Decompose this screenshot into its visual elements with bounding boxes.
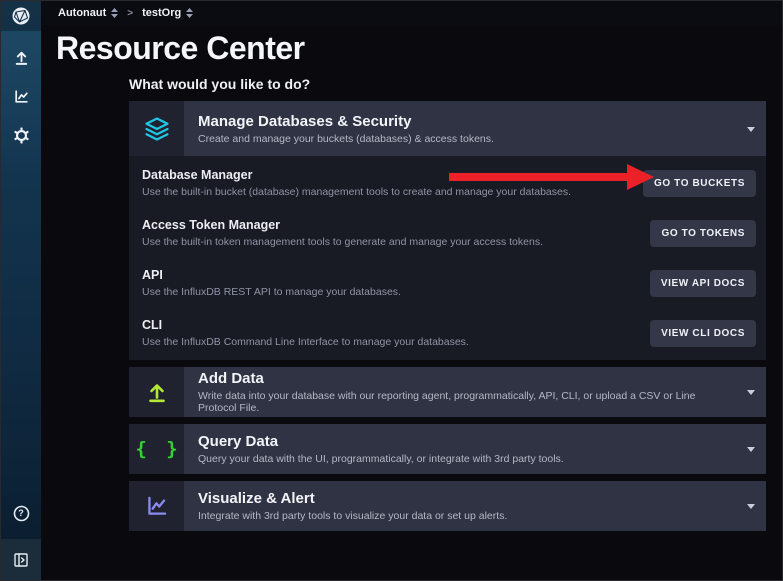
influxdb-logo-icon[interactable] — [1, 1, 41, 31]
nav-sidebar: ? — [1, 1, 41, 580]
row-access-token-manager: Access Token Manager Use the built-in to… — [129, 208, 766, 258]
braces-icon: { } — [129, 424, 184, 474]
row-description: Use the built-in token management tools … — [142, 236, 543, 248]
card-body-manage-databases: Database Manager Use the built-in bucket… — [129, 156, 766, 360]
card-description: Create and manage your buckets (database… — [198, 133, 736, 145]
card-manage-databases: Manage Databases & Security Create and m… — [129, 101, 766, 360]
card-title: Add Data — [198, 370, 736, 387]
card-title: Query Data — [198, 433, 736, 450]
settings-gear-icon[interactable] — [9, 123, 33, 147]
row-title: API — [142, 268, 401, 282]
breadcrumb-org-dropdown[interactable]: Autonaut — [58, 7, 118, 19]
docs-panel-icon[interactable] — [1, 539, 41, 580]
caret-updown-icon — [186, 8, 193, 18]
chevron-down-icon — [747, 390, 755, 395]
row-api: API Use the InfluxDB REST API to manage … — [129, 258, 766, 308]
row-title: Database Manager — [142, 168, 571, 182]
card-title: Manage Databases & Security — [198, 113, 736, 130]
card-header-add-data[interactable]: Add Data Write data into your database w… — [129, 367, 766, 417]
help-icon[interactable]: ? — [9, 501, 33, 525]
card-query-data: { } Query Data Query your data with the … — [129, 424, 766, 474]
page-prompt: What would you like to do? — [129, 76, 782, 92]
breadcrumb: Autonaut > testOrg — [41, 1, 782, 25]
view-cli-docs-button[interactable]: VIEW CLI DOCS — [650, 320, 756, 347]
caret-updown-icon — [111, 8, 118, 18]
chevron-down-icon — [747, 504, 755, 509]
row-description: Use the InfluxDB REST API to manage your… — [142, 286, 401, 298]
row-description: Use the built-in bucket (database) manag… — [142, 186, 571, 198]
card-header-query-data[interactable]: { } Query Data Query your data with the … — [129, 424, 766, 474]
row-description: Use the InfluxDB Command Line Interface … — [142, 336, 469, 348]
layers-icon — [129, 101, 184, 156]
breadcrumb-org-label: Autonaut — [58, 7, 106, 19]
main-content: Autonaut > testOrg Resource Center What … — [41, 1, 782, 580]
help-question-glyph: ? — [18, 508, 24, 518]
go-to-buckets-button[interactable]: GO TO BUCKETS — [643, 170, 756, 197]
row-title: Access Token Manager — [142, 218, 543, 232]
row-title: CLI — [142, 318, 469, 332]
page-title: Resource Center — [56, 31, 782, 65]
chevron-down-icon — [747, 127, 755, 132]
influxdb-logo-icon — [11, 6, 31, 26]
card-visualize-alert: Visualize & Alert Integrate with 3rd par… — [129, 481, 766, 531]
view-api-docs-button[interactable]: VIEW API DOCS — [650, 270, 756, 297]
line-chart-icon — [129, 481, 184, 531]
row-database-manager: Database Manager Use the built-in bucket… — [129, 158, 766, 208]
breadcrumb-separator: > — [127, 8, 133, 19]
row-cli: CLI Use the InfluxDB Command Line Interf… — [129, 308, 766, 358]
braces-glyph: { } — [135, 438, 181, 460]
app-window: ? Autonaut > testOrg — [0, 0, 783, 581]
card-header-manage-databases[interactable]: Manage Databases & Security Create and m… — [129, 101, 766, 156]
breadcrumb-account-label: testOrg — [142, 7, 181, 19]
go-to-tokens-button[interactable]: GO TO TOKENS — [650, 220, 756, 247]
card-description: Integrate with 3rd party tools to visual… — [198, 510, 736, 522]
card-description: Write data into your database with our r… — [198, 390, 736, 414]
upload-data-nav-icon[interactable] — [9, 45, 33, 69]
data-explorer-nav-icon[interactable] — [9, 84, 33, 108]
upload-icon — [129, 367, 184, 417]
card-title: Visualize & Alert — [198, 490, 736, 507]
resource-cards: Manage Databases & Security Create and m… — [129, 101, 766, 531]
chevron-down-icon — [747, 447, 755, 452]
card-add-data: Add Data Write data into your database w… — [129, 367, 766, 417]
card-header-visualize-alert[interactable]: Visualize & Alert Integrate with 3rd par… — [129, 481, 766, 531]
card-description: Query your data with the UI, programmati… — [198, 453, 736, 465]
breadcrumb-account-dropdown[interactable]: testOrg — [142, 7, 193, 19]
